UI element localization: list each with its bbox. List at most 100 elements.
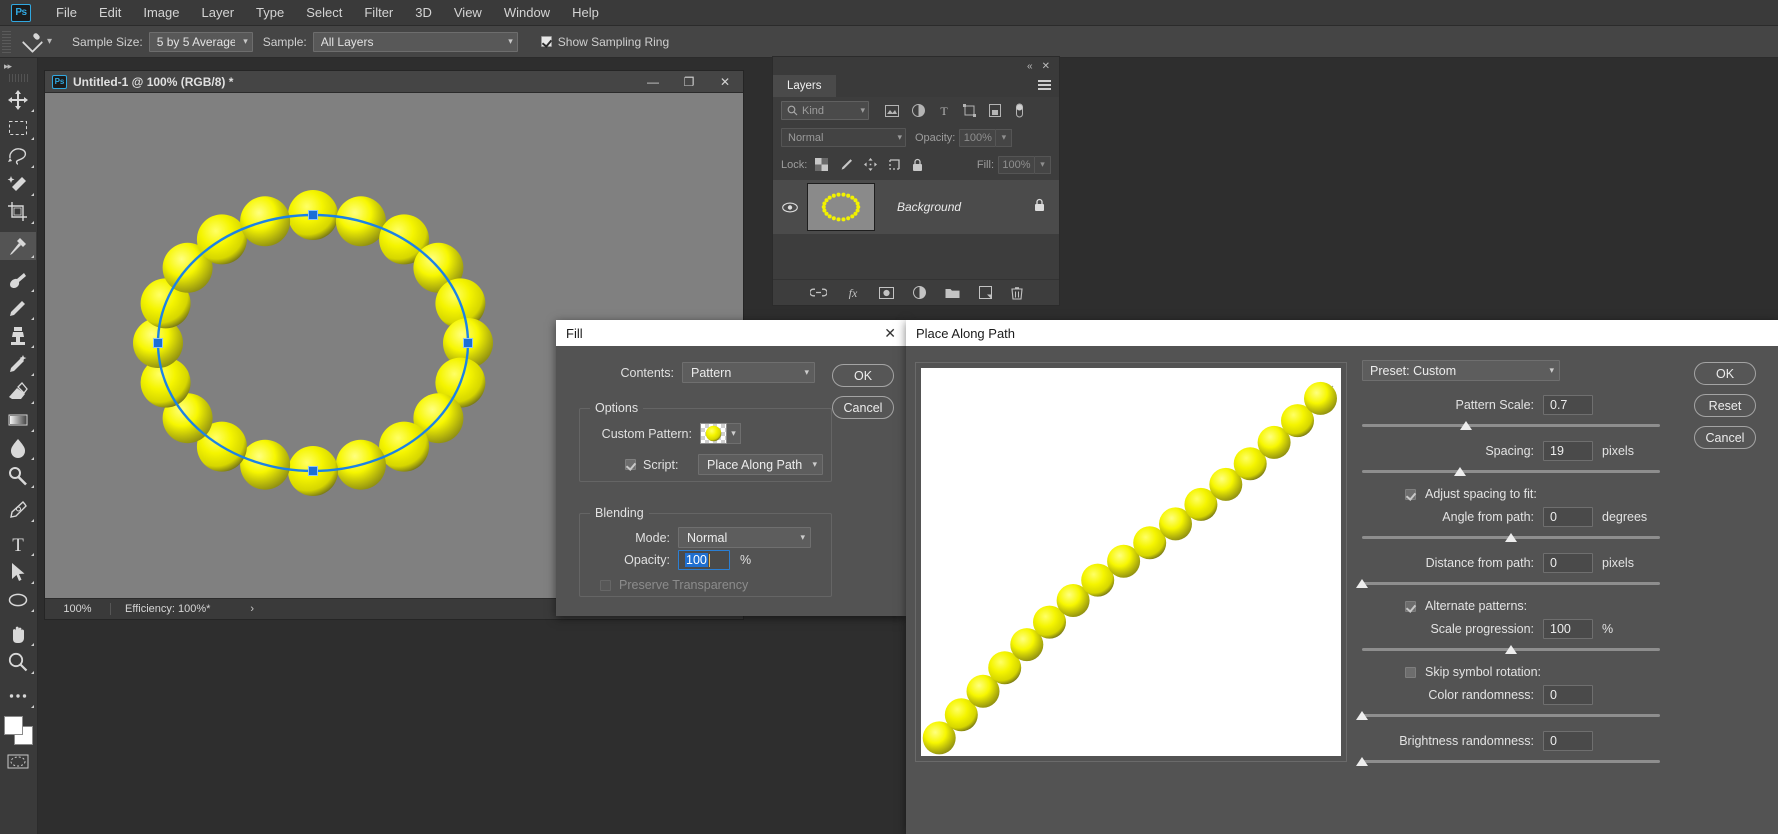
fill-input[interactable]: 100% [998,155,1035,174]
toolbar-collapse-icon[interactable]: ▸▸ [0,58,37,74]
custom-pattern-swatch[interactable] [700,423,727,444]
shape-filter-icon[interactable] [963,104,976,117]
scale-progression-input[interactable]: 100 [1543,619,1593,639]
script-checkbox[interactable] [625,459,636,470]
pap-ok-button[interactable]: OK [1694,362,1756,385]
menu-item-layer[interactable]: Layer [191,1,246,24]
path-anchor-point[interactable] [308,210,318,220]
status-chevron-right-icon[interactable]: › [250,603,254,615]
blend-mode-select[interactable]: Normal ▾ [781,128,906,147]
slider-knob[interactable] [1460,421,1473,430]
crop-tool[interactable] [0,198,36,226]
layer-name[interactable]: Background [897,200,961,214]
gradient-tool[interactable] [0,406,36,434]
link-layers-icon[interactable] [809,287,827,298]
pen-tool[interactable] [0,496,36,524]
script-select[interactable]: Place Along Path ▾ [698,454,823,475]
layer-style-icon[interactable]: fx [846,286,860,299]
rectangular-marquee-tool[interactable] [0,114,36,142]
alternate-patterns-checkbox[interactable] [1405,600,1416,612]
lock-position-icon[interactable] [864,158,878,171]
path-anchor-point[interactable] [463,338,473,348]
collapse-panel-icon[interactable]: « [1027,61,1033,72]
adjustment-filter-icon[interactable] [912,104,925,117]
pap-cancel-button[interactable]: Cancel [1694,426,1756,449]
lasso-tool[interactable] [0,142,36,170]
quick-selection-tool[interactable] [0,170,36,198]
menu-item-view[interactable]: View [443,1,493,24]
sample-size-select[interactable]: 5 by 5 Average ▾ [148,31,253,52]
adjustment-layer-icon[interactable] [912,286,926,299]
layer-thumbnail[interactable] [807,183,875,231]
skip-symbol-rotation-checkbox-row[interactable]: Skip symbol rotation: [1405,665,1660,679]
type-filter-icon[interactable]: T [938,104,950,117]
foreground-color-swatch[interactable] [4,716,23,735]
spot-healing-brush-tool[interactable] [0,266,36,294]
fill-dialog-title-bar[interactable]: Fill ✕ [556,320,906,346]
contents-select[interactable]: Pattern ▾ [682,362,815,383]
show-sampling-ring-checkbox[interactable]: Show Sampling Ring [540,35,675,49]
alternate-patterns-checkbox-row[interactable]: Alternate patterns: [1405,599,1660,613]
edit-toolbar-tool[interactable] [0,682,36,710]
opacity-chevron-down-icon[interactable]: ▾ [996,128,1013,147]
blur-tool[interactable] [0,434,36,462]
pattern-scale-input[interactable]: 0.7 [1543,395,1593,415]
layer-mask-icon[interactable] [878,286,894,299]
delete-layer-icon[interactable] [1010,286,1023,300]
slider-knob[interactable] [1505,533,1517,542]
menu-item-edit[interactable]: Edit [88,1,132,24]
panel-menu-icon[interactable] [1038,80,1051,91]
new-layer-icon[interactable] [978,286,992,299]
lock-artboard-icon[interactable] [888,158,901,171]
menu-item-filter[interactable]: Filter [353,1,404,24]
layer-filter-select[interactable]: Kind ▾ [781,101,869,120]
sample-select[interactable]: All Layers ▾ [312,31,518,52]
brightness-randomness-input[interactable]: 0 [1543,731,1593,751]
menu-item-window[interactable]: Window [493,1,561,24]
new-group-icon[interactable] [945,287,960,299]
pap-reset-button[interactable]: Reset [1694,394,1756,417]
options-bar-grip[interactable] [2,30,11,53]
pixel-filter-icon[interactable] [885,104,899,117]
type-tool[interactable]: T [0,530,36,558]
minimize-button[interactable]: — [635,71,671,93]
zoom-tool[interactable] [0,648,36,676]
ellipse-tool[interactable] [0,586,36,614]
close-button[interactable]: ✕ [707,71,743,93]
menu-item-file[interactable]: File [45,1,88,24]
brush-tool[interactable] [0,294,36,322]
toolbar-grip[interactable] [9,74,28,82]
brightness-randomness-slider[interactable] [1356,755,1660,769]
tab-layers[interactable]: Layers [773,75,836,97]
pap-preview[interactable] [921,368,1341,756]
zoom-level[interactable]: 100% [45,603,111,615]
angle-from-path-slider[interactable] [1362,531,1660,545]
eyedropper-icon[interactable] [21,31,43,53]
layer-row-background[interactable]: Background [773,180,1059,234]
clone-stamp-tool[interactable] [0,322,36,350]
spacing-input[interactable]: 19 [1543,441,1593,461]
menu-item-select[interactable]: Select [295,1,353,24]
lock-all-icon[interactable] [912,158,923,172]
spacing-slider[interactable] [1362,465,1660,479]
close-icon[interactable]: ✕ [884,325,896,342]
layer-visibility-toggle[interactable] [773,202,807,213]
lock-transparent-pixels-icon[interactable] [815,158,829,171]
color-swatches[interactable] [0,714,36,748]
path-anchor-point[interactable] [308,466,318,476]
pattern-scale-slider[interactable] [1362,419,1660,433]
scale-progression-slider[interactable] [1362,643,1660,657]
menu-item-type[interactable]: Type [245,1,295,24]
slider-knob[interactable] [1356,757,1368,766]
path-anchor-point[interactable] [153,338,163,348]
angle-from-path-input[interactable]: 0 [1543,507,1593,527]
dodge-tool[interactable] [0,462,36,490]
tool-preset-chevron-down-icon[interactable]: ▾ [47,36,52,47]
menu-item-image[interactable]: Image [132,1,190,24]
layer-lock-icon[interactable] [1034,198,1045,217]
mode-select[interactable]: Normal ▾ [678,527,811,548]
opacity-input[interactable]: 100% [959,128,997,147]
distance-from-path-input[interactable]: 0 [1543,553,1593,573]
path-selection-tool[interactable] [0,558,36,586]
eraser-tool[interactable] [0,378,36,406]
